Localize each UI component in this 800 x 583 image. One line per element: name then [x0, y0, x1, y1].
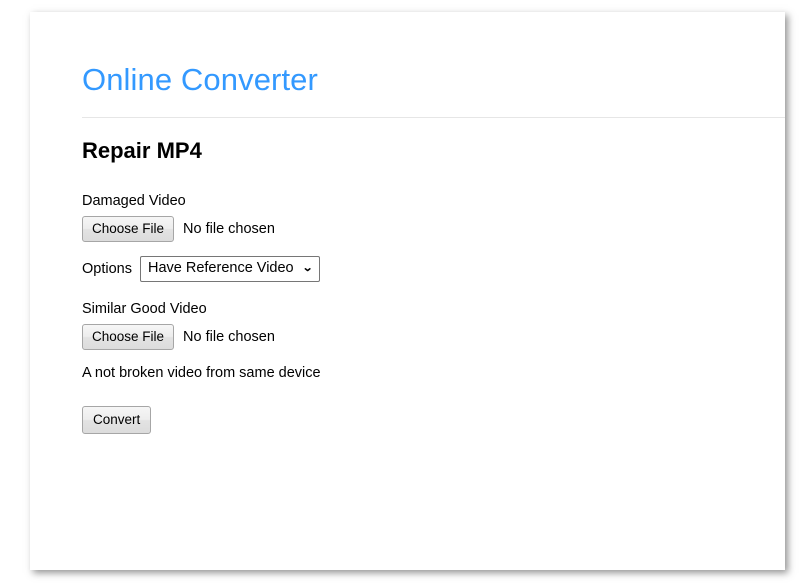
damaged-video-file-row: Choose File No file chosen	[82, 216, 765, 242]
chevron-down-icon: ⌄	[301, 262, 313, 274]
damaged-video-file-status: No file chosen	[183, 221, 275, 237]
header-divider	[82, 117, 785, 118]
similar-video-choose-file-button[interactable]: Choose File	[82, 324, 175, 350]
options-select-value: Have Reference Video	[147, 260, 294, 276]
repair-mp4-form: Repair MP4 Damaged Video Choose File No …	[82, 138, 765, 434]
options-label: Options	[82, 261, 132, 277]
page-content-area: Online Converter Repair MP4 Damaged Vide…	[30, 12, 785, 570]
damaged-video-choose-file-button[interactable]: Choose File	[82, 216, 175, 242]
similar-good-video-label: Similar Good Video	[82, 301, 207, 317]
options-row: Options Have Reference Video ⌄	[82, 256, 765, 282]
screenshot-root: Online Converter Repair MP4 Damaged Vide…	[0, 0, 800, 583]
similar-video-help-text: A not broken video from same device	[82, 365, 321, 381]
similar-video-file-status: No file chosen	[183, 329, 275, 345]
page-title: Repair MP4	[82, 138, 202, 163]
damaged-video-label: Damaged Video	[82, 193, 186, 209]
options-select[interactable]: Have Reference Video ⌄	[139, 256, 320, 282]
browser-page-card: Online Converter Repair MP4 Damaged Vide…	[30, 12, 785, 570]
similar-video-file-row: Choose File No file chosen	[82, 324, 765, 350]
convert-button[interactable]: Convert	[82, 406, 152, 434]
site-header: Online Converter	[82, 62, 785, 98]
site-title[interactable]: Online Converter	[82, 62, 785, 98]
